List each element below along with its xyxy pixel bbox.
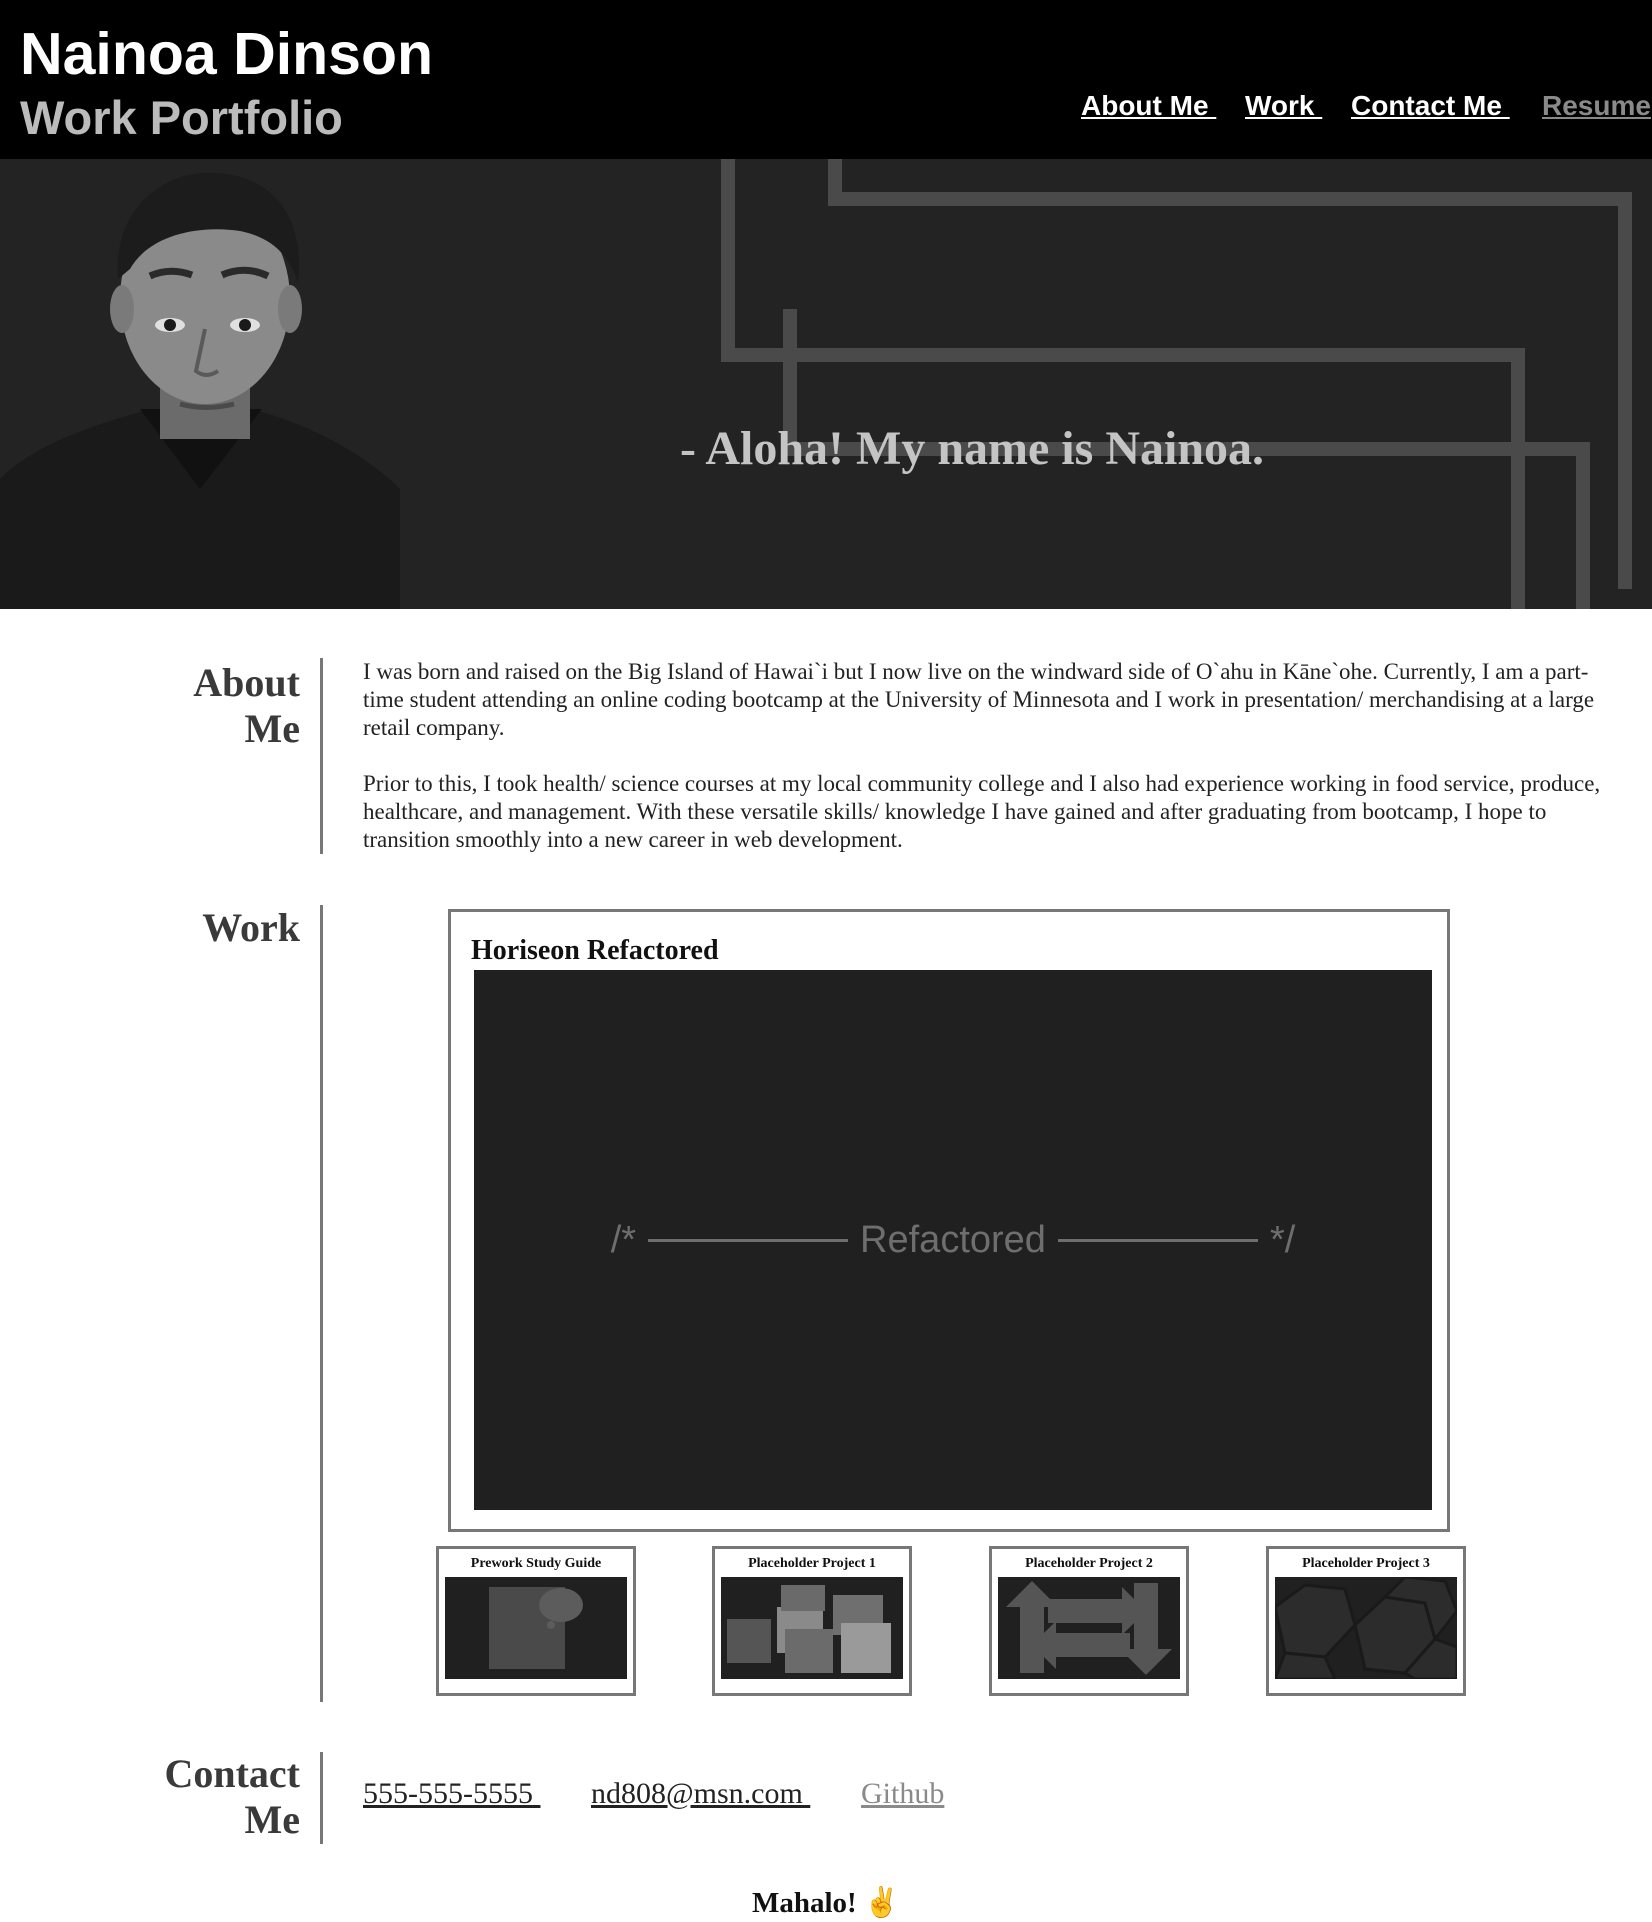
shot-refactored-label: Refactored bbox=[860, 1218, 1046, 1261]
profile-portrait bbox=[0, 159, 400, 609]
nav-about-me[interactable]: About Me bbox=[1081, 88, 1216, 124]
featured-project-card[interactable]: Horiseon Refactored /* Refactored */ bbox=[448, 909, 1450, 1532]
arrows-icon bbox=[998, 1577, 1180, 1679]
about-heading: About Me bbox=[193, 660, 300, 752]
shot-comment-close: */ bbox=[1269, 1218, 1296, 1261]
shot-line-left bbox=[648, 1238, 849, 1242]
contact-github-link[interactable]: Github bbox=[861, 1776, 944, 1812]
about-divider bbox=[320, 658, 323, 854]
project-card-title: Placeholder Project 3 bbox=[1302, 1556, 1430, 1571]
project-card-title: Placeholder Project 1 bbox=[748, 1556, 876, 1571]
about-heading-line2: Me bbox=[244, 706, 300, 751]
site-header: Nainoa Dinson Work Portfolio About Me Wo… bbox=[0, 0, 1652, 159]
nav-resume[interactable]: Resume bbox=[1542, 88, 1651, 124]
shaka-hand-icon: ✌ bbox=[863, 1887, 901, 1919]
contact-divider bbox=[320, 1752, 323, 1844]
nav-contact-me[interactable]: Contact Me bbox=[1351, 88, 1510, 124]
about-paragraph-1: I was born and raised on the Big Island … bbox=[363, 659, 1595, 740]
site-subtitle: Work Portfolio bbox=[20, 91, 343, 144]
shot-comment-open: /* bbox=[610, 1218, 637, 1261]
site-title: Nainoa Dinson bbox=[20, 21, 434, 87]
featured-project-title: Horiseon Refactored bbox=[471, 935, 719, 966]
contact-heading: Contact Me bbox=[164, 1751, 300, 1843]
work-heading: Work bbox=[202, 905, 300, 950]
project-card-placeholder-3[interactable]: Placeholder Project 3 bbox=[1266, 1546, 1466, 1696]
project-card-placeholder-1[interactable]: Placeholder Project 1 bbox=[712, 1546, 912, 1696]
nav-work[interactable]: Work bbox=[1245, 88, 1322, 124]
hero-banner: - Aloha! My name is Nainoa. bbox=[0, 159, 1652, 609]
work-divider bbox=[320, 905, 323, 1702]
hero-greeting: - Aloha! My name is Nainoa. bbox=[680, 422, 1265, 475]
contact-heading-line1: Contact bbox=[164, 1751, 300, 1796]
bulletin-icon bbox=[445, 1577, 627, 1679]
contact-email-link[interactable]: nd808@msn.com bbox=[591, 1776, 810, 1812]
project-card-title: Placeholder Project 2 bbox=[1025, 1556, 1153, 1571]
cubes-icon bbox=[721, 1577, 903, 1679]
contact-phone-link[interactable]: 555-555-5555 bbox=[363, 1776, 540, 1812]
about-heading-line1: About bbox=[193, 660, 300, 705]
contact-heading-line2: Me bbox=[244, 1797, 300, 1842]
hexagons-icon bbox=[1275, 1577, 1457, 1679]
footer-text: Mahalo! bbox=[751, 1887, 857, 1919]
footer: Mahalo! ✌ bbox=[0, 1884, 1652, 1922]
about-paragraph-2: Prior to this, I took health/ science co… bbox=[363, 771, 1601, 852]
featured-project-screenshot: /* Refactored */ bbox=[474, 970, 1432, 1510]
project-card-title: Prework Study Guide bbox=[470, 1556, 602, 1571]
project-card-placeholder-2[interactable]: Placeholder Project 2 bbox=[989, 1546, 1189, 1696]
project-card-prework-study-guide[interactable]: Prework Study Guide bbox=[436, 1546, 636, 1696]
featured-shot-caption: /* Refactored */ bbox=[474, 970, 1432, 1510]
shot-line-right bbox=[1057, 1238, 1258, 1242]
